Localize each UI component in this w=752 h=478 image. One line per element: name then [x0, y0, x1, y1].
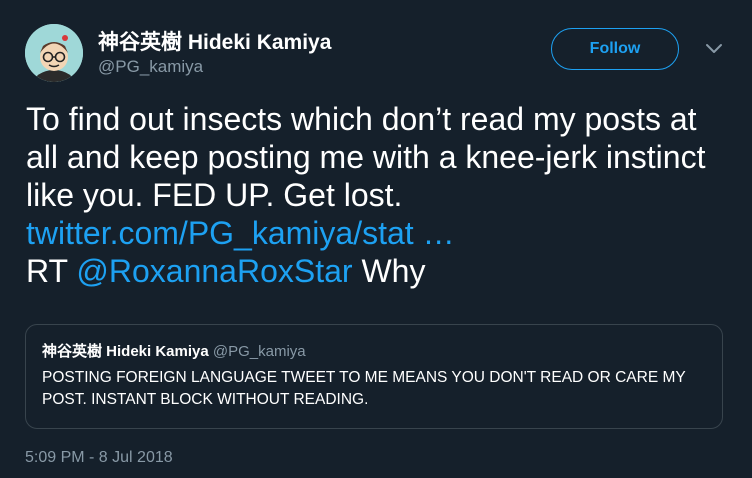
tweet-timestamp[interactable]: 5:09 PM - 8 Jul 2018 — [25, 449, 173, 467]
quoted-display-name: 神谷英樹 Hideki Kamiya — [42, 343, 209, 360]
tweet-link[interactable]: twitter.com/PG_kamiya/stat … — [26, 215, 455, 251]
rt-suffix: Why — [361, 253, 426, 289]
author-handle[interactable]: @PG_kamiya — [98, 57, 203, 77]
chevron-down-icon[interactable] — [704, 42, 724, 56]
quoted-tweet[interactable]: 神谷英樹 Hideki Kamiya @PG_kamiya POSTING FO… — [25, 324, 723, 429]
tweet-body: To find out insects which don’t read my … — [26, 101, 706, 213]
avatar[interactable] — [25, 24, 83, 82]
rt-prefix: RT — [26, 253, 68, 289]
quoted-handle: @PG_kamiya — [212, 343, 306, 360]
tweet-text: To find out insects which don’t read my … — [26, 100, 736, 290]
mention-link[interactable]: @RoxannaRoxStar — [76, 253, 352, 289]
cartoon-avatar-icon — [25, 24, 83, 82]
quoted-tweet-header: 神谷英樹 Hideki Kamiya @PG_kamiya — [42, 341, 722, 363]
follow-button[interactable]: Follow — [551, 28, 679, 70]
quoted-tweet-text: POSTING FOREIGN LANGUAGE TWEET TO ME MEA… — [42, 369, 686, 408]
author-display-name[interactable]: 神谷英樹 Hideki Kamiya — [98, 26, 331, 56]
